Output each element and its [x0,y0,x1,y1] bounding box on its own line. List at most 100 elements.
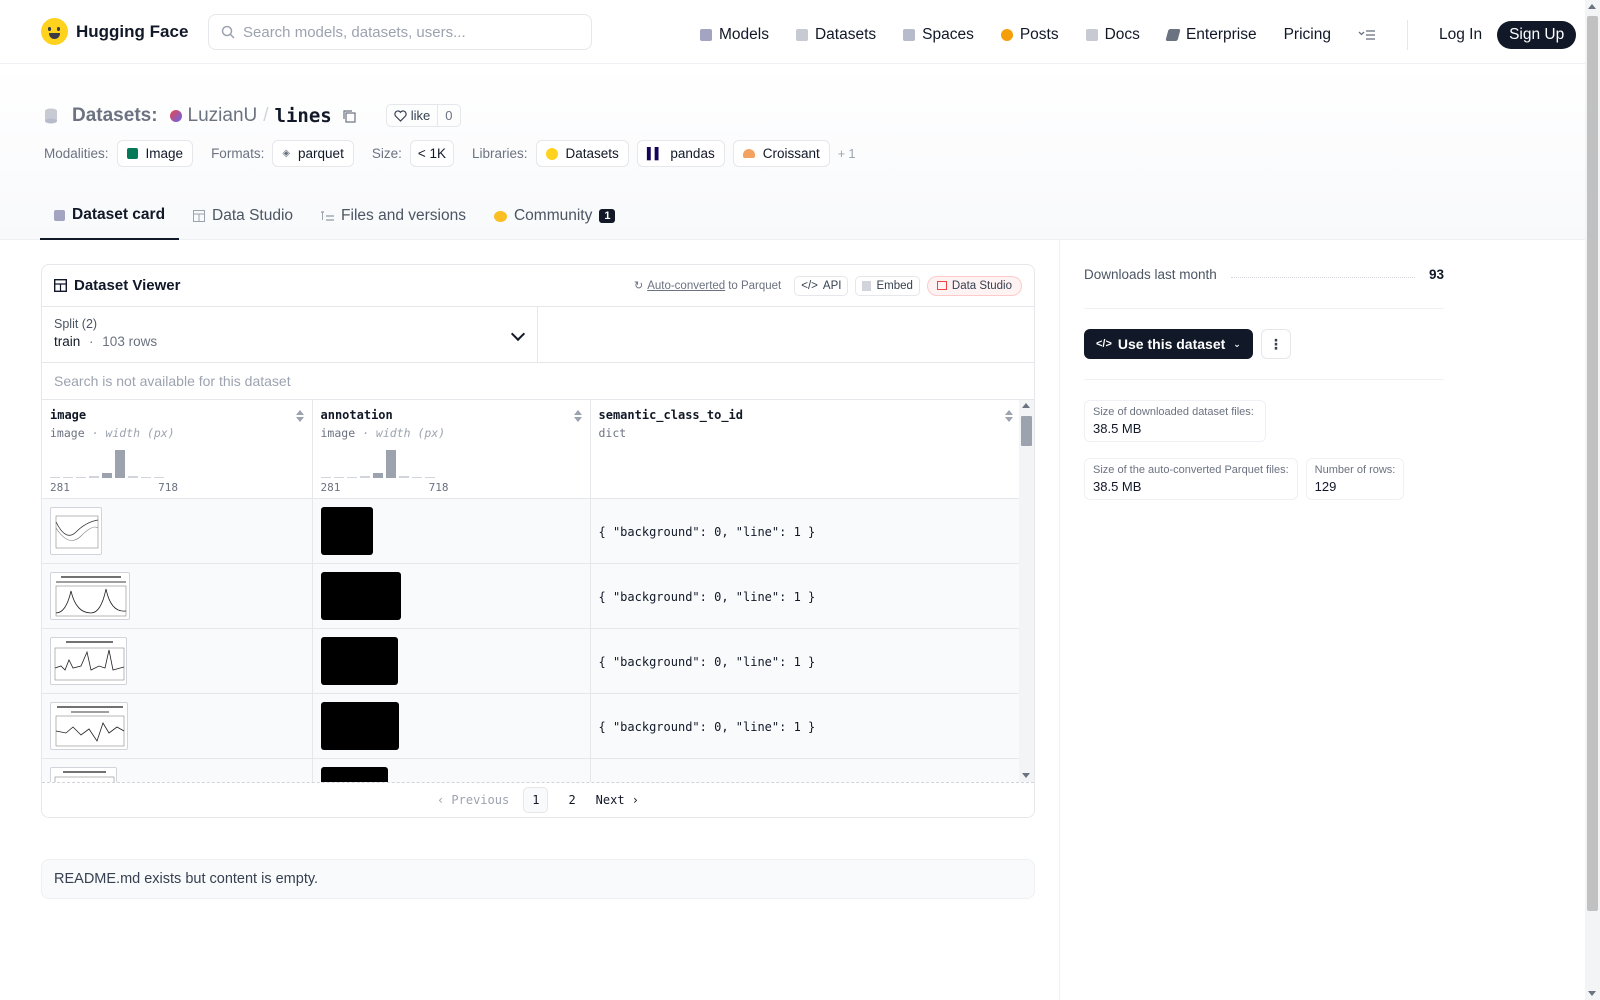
nav-spaces[interactable]: Spaces [903,26,974,44]
annotation-cell[interactable] [312,693,591,759]
column-header-annotation[interactable]: annotation image · width (px) 281 718 [312,400,591,499]
hugging-face-logo[interactable]: Hugging Face [41,18,188,45]
tab-data-studio[interactable]: Data Studio [179,196,307,240]
histogram-bar[interactable] [398,476,409,478]
histogram-bar[interactable] [141,477,151,478]
histogram-bar[interactable] [115,450,125,478]
chart-thumbnail[interactable] [50,702,128,750]
embed-button[interactable]: Embed [855,275,920,296]
tab-dataset-card[interactable]: Dataset card [40,196,180,240]
more-menu-icon[interactable] [1358,29,1376,41]
histogram-bar[interactable] [76,477,86,478]
tag-library-datasets[interactable]: Datasets [535,140,629,167]
histogram-bar[interactable] [424,477,435,478]
histogram-bar[interactable] [50,477,60,478]
scroll-up-icon[interactable] [1022,403,1030,408]
annotation-mask[interactable] [320,572,401,620]
nav-posts[interactable]: Posts [1000,26,1059,44]
histogram-bar[interactable] [102,473,112,478]
search-input[interactable] [243,23,573,41]
tag-modality-image[interactable]: Image [116,140,194,167]
previous-page[interactable]: ‹ Previous [437,793,509,807]
histogram-bar[interactable] [411,477,422,478]
annotation-mask[interactable] [320,702,399,750]
width-histogram[interactable] [50,448,304,478]
histogram-bar[interactable] [385,450,396,478]
table-scroll-thumb[interactable] [1021,416,1032,446]
dict-cell[interactable]: { "background": 0, "line": 1 } [590,628,1022,694]
annotation-mask[interactable] [320,507,373,555]
search-box[interactable] [208,14,592,50]
histogram-bar[interactable] [320,477,331,478]
column-header-image[interactable]: image image · width (px) 281 718 [42,400,313,499]
histogram-bar[interactable] [346,477,357,478]
sort-icon[interactable] [295,410,304,422]
annotation-cell[interactable] [312,498,591,564]
chart-thumbnail[interactable] [50,637,127,685]
table-row[interactable]: { "background": 0, "line": 1 } [42,498,1022,564]
scroll-up-icon[interactable] [1588,4,1596,9]
histogram-bar[interactable] [128,476,138,478]
image-cell[interactable] [42,563,313,629]
dict-cell[interactable]: { "background": 0, "line": 1 } [590,563,1022,629]
chart-thumbnail[interactable] [50,572,130,620]
tag-library-pandas[interactable]: ▌▌ pandas [636,140,725,167]
nav-models[interactable]: Models [700,26,769,44]
tag-library-croissant[interactable]: Croissant [732,140,830,167]
tag-format-parquet[interactable]: ◈ parquet [272,140,354,167]
sort-icon[interactable] [1004,410,1013,422]
sort-icon[interactable] [573,410,582,422]
nav-pricing[interactable]: Pricing [1284,26,1331,44]
table-row[interactable] [42,758,1022,782]
page-1[interactable]: 1 [523,787,549,813]
nav-docs[interactable]: Docs [1085,26,1140,44]
signup-button[interactable]: Sign Up [1497,21,1577,49]
datasets-prefix[interactable]: Datasets: [72,105,158,127]
scroll-down-icon[interactable] [1022,773,1030,778]
dict-cell[interactable]: { "background": 0, "line": 1 } [590,498,1022,564]
like-button[interactable]: like 0 [385,104,461,127]
annotation-mask[interactable] [320,637,398,685]
histogram-bar[interactable] [372,473,383,478]
chart-thumbnail[interactable] [50,767,117,782]
dict-cell[interactable]: { "background": 0, "line": 1 } [590,693,1022,759]
dataset-name[interactable]: lines [275,105,332,127]
data-studio-button[interactable]: Data Studio [926,275,1022,296]
image-cell[interactable] [42,693,313,759]
tag-size[interactable]: < 1K [409,140,454,167]
page-2[interactable]: 2 [562,793,581,807]
column-header-semantic-class[interactable]: semantic_class_to_id dict [590,400,1022,499]
more-options-button[interactable]: ⋮ [1260,329,1291,359]
histogram-bar[interactable] [154,477,164,478]
page-scroll-thumb[interactable] [1587,16,1598,911]
annotation-cell[interactable] [312,758,591,782]
more-libraries[interactable]: + 1 [838,147,856,161]
split-selector[interactable]: Split (2) train · 103 rows [42,307,538,362]
chart-thumbnail[interactable] [50,507,102,555]
dataset-owner[interactable]: LuzianU [188,105,258,127]
tab-files-versions[interactable]: Files and versions [307,196,480,240]
next-page[interactable]: Next › [596,793,639,807]
annotation-cell[interactable] [312,563,591,629]
table-scrollbar[interactable] [1019,400,1034,782]
use-this-dataset-button[interactable]: </> Use this dataset ⌄ [1084,329,1253,359]
image-cell[interactable] [42,758,313,782]
table-row[interactable]: { "background": 0, "line": 1 } [42,563,1022,629]
image-cell[interactable] [42,498,313,564]
nav-enterprise[interactable]: Enterprise [1165,26,1257,44]
table-row[interactable]: { "background": 0, "line": 1 } [42,628,1022,694]
histogram-bar[interactable] [333,477,344,478]
annotation-cell[interactable] [312,628,591,694]
histogram-bar[interactable] [89,476,99,478]
histogram-bar[interactable] [359,476,370,478]
scroll-down-icon[interactable] [1588,991,1596,996]
copy-icon[interactable] [342,109,356,123]
nav-datasets[interactable]: Datasets [795,26,876,44]
width-histogram[interactable] [320,448,582,478]
table-row[interactable]: { "background": 0, "line": 1 } [42,693,1022,759]
login-link[interactable]: Log In [1439,26,1482,44]
page-scrollbar[interactable] [1585,0,1600,1000]
histogram-bar[interactable] [63,477,73,478]
api-button[interactable]: </> API [794,275,849,296]
annotation-mask[interactable] [320,767,388,782]
